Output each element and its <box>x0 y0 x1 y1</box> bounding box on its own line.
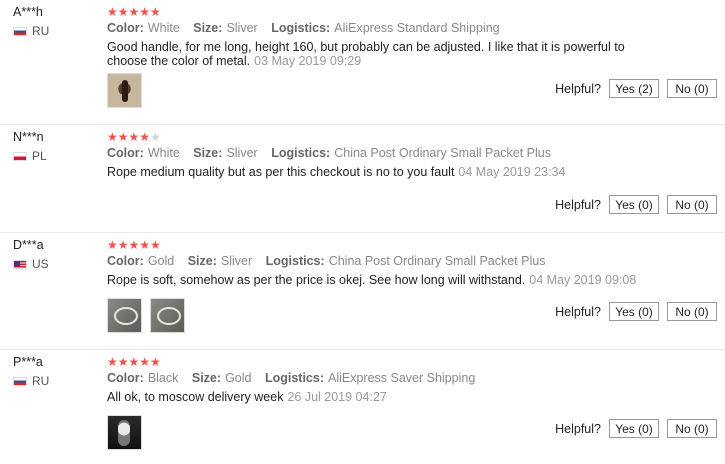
review-text: Rope medium quality but as per this chec… <box>107 165 667 179</box>
review-photo-thumbnail[interactable] <box>107 415 142 450</box>
reviewer-country: RU <box>13 374 49 388</box>
size-value: Sliver <box>226 21 258 35</box>
size-label: Size: <box>193 21 223 35</box>
logistics-label: Logistics: <box>271 146 331 160</box>
logistics-value: China Post Ordinary Small Packet Plus <box>334 146 551 160</box>
review-photos <box>107 415 142 450</box>
helpful-vote: Helpful? Yes (0) No (0) <box>555 302 717 321</box>
review-item: N***n PL ★★★★★ Color: White Size: Sliver L… <box>0 125 725 233</box>
helpful-label: Helpful? <box>555 81 601 96</box>
reviewer-name: N***n <box>13 130 44 144</box>
color-label: Color: <box>107 21 144 35</box>
color-label: Color: <box>107 146 144 160</box>
logistics-label: Logistics: <box>271 21 331 35</box>
logistics-value: China Post Ordinary Small Packet Plus <box>328 254 546 268</box>
order-info: Color: Black Size: Gold Logistics: AliExpre… <box>107 371 485 385</box>
country-code: US <box>32 257 49 271</box>
helpful-label: Helpful? <box>555 304 601 319</box>
review-photos <box>107 298 185 333</box>
review-date: 04 May 2019 23:34 <box>458 165 566 179</box>
logistics-value: AliExpress Saver Shipping <box>328 371 476 385</box>
helpful-no-button[interactable]: No (0) <box>667 79 717 98</box>
size-label: Size: <box>187 254 217 268</box>
size-value: Sliver <box>220 254 253 268</box>
review-text: Rope is soft, somehow as per the price i… <box>107 273 667 287</box>
helpful-yes-button[interactable]: Yes (0) <box>609 302 659 321</box>
order-info: Color: Gold Size: Sliver Logistics: China P… <box>107 254 555 268</box>
review-photos <box>107 73 142 108</box>
country-code: RU <box>32 24 50 38</box>
star-rating: ★★★★★ <box>107 5 161 19</box>
country-code: PL <box>32 149 47 163</box>
star-rating: ★★★★★ <box>107 238 161 252</box>
helpful-vote: Helpful? Yes (2) No (0) <box>555 79 717 98</box>
russia-flag-icon <box>13 376 27 386</box>
helpful-no-button[interactable]: No (0) <box>667 419 717 438</box>
review-text: All ok, to moscow delivery week 26 Jul 20… <box>107 390 667 404</box>
helpful-yes-button[interactable]: Yes (0) <box>609 419 659 438</box>
logistics-label: Logistics: <box>265 254 325 268</box>
review-date: 03 May 2019 09:29 <box>254 54 362 68</box>
review-body: Good handle, for me long, height 160, bu… <box>107 40 625 68</box>
logistics-label: Logistics: <box>264 371 324 385</box>
size-label: Size: <box>193 146 223 160</box>
color-value: Black <box>147 371 179 385</box>
helpful-label: Helpful? <box>555 197 601 212</box>
star-rating: ★★★★★ <box>107 355 161 369</box>
review-body: All ok, to moscow delivery week <box>107 390 284 404</box>
review-date: 26 Jul 2019 04:27 <box>287 390 387 404</box>
reviewer-name: P***a <box>13 355 43 369</box>
helpful-no-button[interactable]: No (0) <box>667 302 717 321</box>
helpful-vote: Helpful? Yes (0) No (0) <box>555 195 717 214</box>
color-label: Color: <box>107 371 144 385</box>
poland-flag-icon <box>13 151 27 161</box>
size-value: Gold <box>225 371 252 385</box>
helpful-yes-button[interactable]: Yes (2) <box>609 79 659 98</box>
filled-stars: ★★★★★ <box>107 5 161 19</box>
logistics-value: AliExpress Standard Shipping <box>334 21 500 35</box>
size-value: Sliver <box>226 146 258 160</box>
empty-stars: ★ <box>150 130 161 144</box>
review-item: P***a RU ★★★★★ Color: Black Size: Gold Log… <box>0 350 725 464</box>
order-info: Color: White Size: Sliver Logistics: China … <box>107 146 561 160</box>
review-item: A***h RU ★★★★★ Color: White Size: Sliver L… <box>0 0 725 125</box>
review-item: D***a US ★★★★★ Color: Gold Size: Sliver Lo… <box>0 233 725 350</box>
review-text: Good handle, for me long, height 160, bu… <box>107 40 667 68</box>
us-flag-icon <box>13 259 27 269</box>
filled-stars: ★★★★★ <box>107 238 161 252</box>
color-value: White <box>147 146 180 160</box>
review-photo-thumbnail[interactable] <box>107 73 142 108</box>
helpful-label: Helpful? <box>555 421 601 436</box>
star-rating: ★★★★★ <box>107 130 161 144</box>
country-code: RU <box>32 374 50 388</box>
order-info: Color: White Size: Sliver Logistics: AliExp… <box>107 21 510 35</box>
reviewer-country: RU <box>13 24 49 38</box>
size-label: Size: <box>191 371 222 385</box>
review-photo-thumbnail[interactable] <box>150 298 185 333</box>
russia-flag-icon <box>13 26 27 36</box>
color-label: Color: <box>107 254 144 268</box>
reviewer-country: PL <box>13 149 47 163</box>
color-value: White <box>147 21 180 35</box>
reviewer-name: A***h <box>13 5 43 19</box>
review-date: 04 May 2019 09:08 <box>529 273 637 287</box>
review-body: Rope medium quality but as per this chec… <box>107 165 455 179</box>
filled-stars: ★★★★★ <box>107 355 161 369</box>
review-body: Rope is soft, somehow as per the price i… <box>107 273 526 287</box>
review-photo-thumbnail[interactable] <box>107 298 142 333</box>
filled-stars: ★★★★ <box>107 130 151 144</box>
helpful-no-button[interactable]: No (0) <box>667 195 717 214</box>
helpful-vote: Helpful? Yes (0) No (0) <box>555 419 717 438</box>
reviewer-name: D***a <box>13 238 44 252</box>
reviewer-country: US <box>13 257 49 271</box>
color-value: Gold <box>147 254 175 268</box>
helpful-yes-button[interactable]: Yes (0) <box>609 195 659 214</box>
